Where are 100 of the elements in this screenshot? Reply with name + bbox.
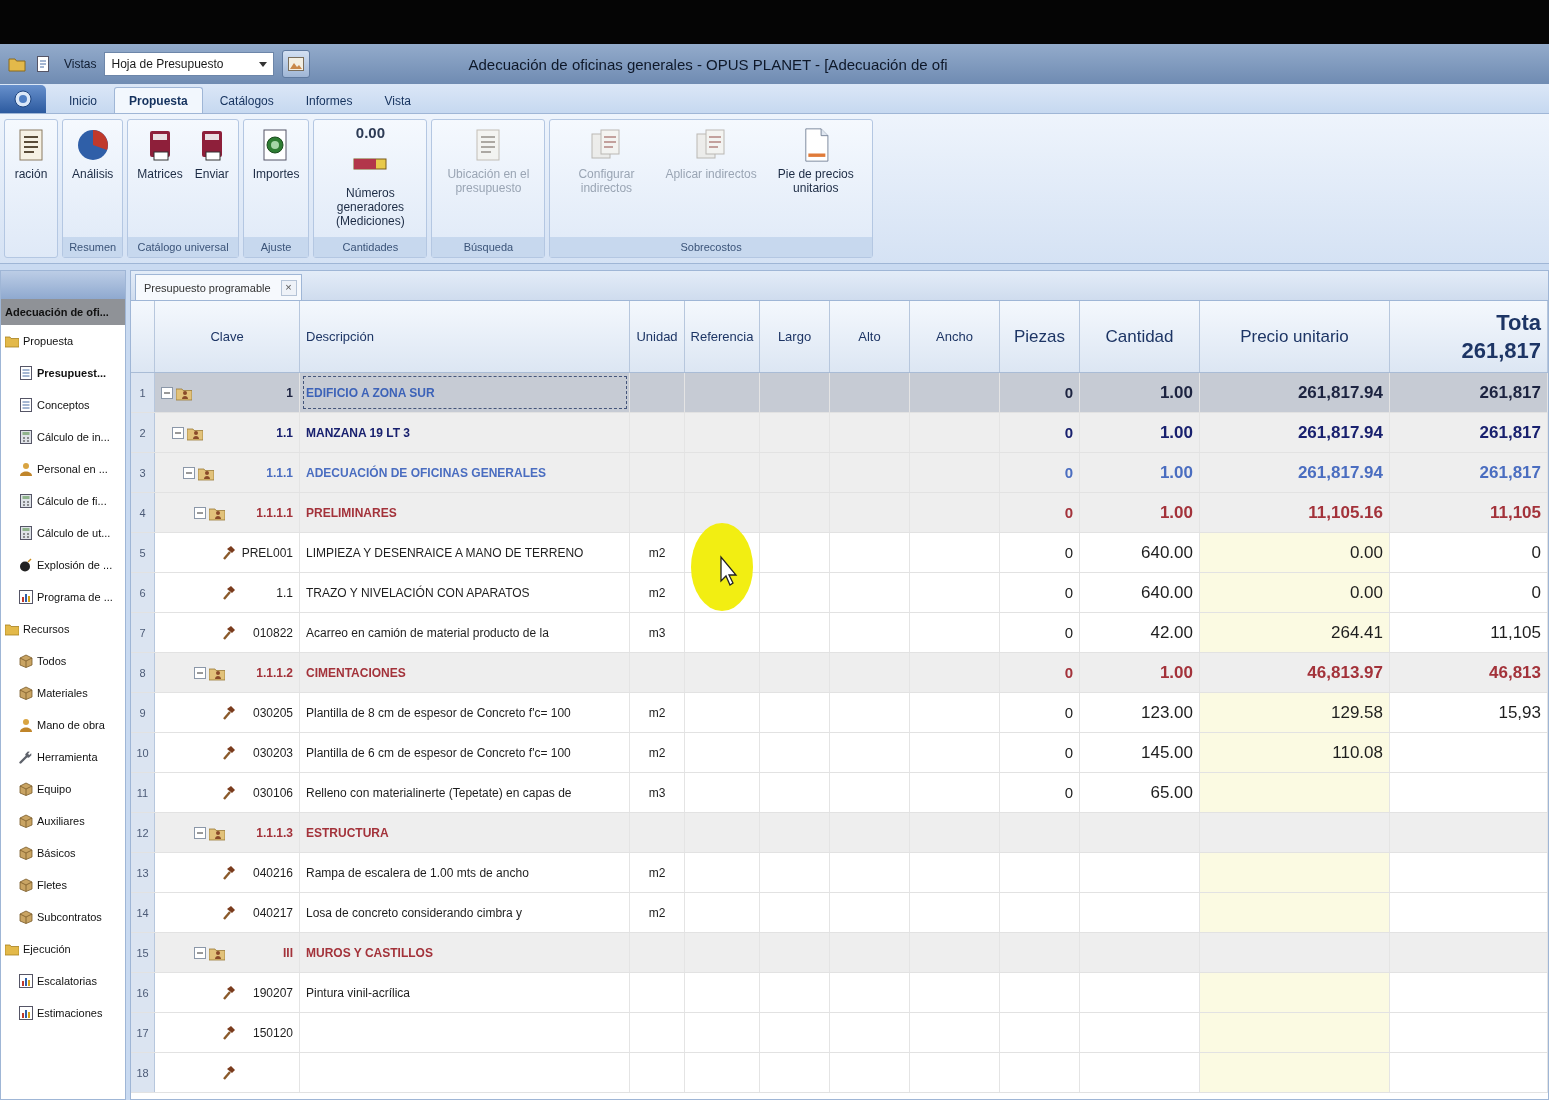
document-tab[interactable]: Presupuesto programable × bbox=[135, 274, 302, 300]
table-row[interactable]: 8 1.1.1.2 CIMENTACIONES 0 1.00 46,813.97 46,813 bbox=[131, 653, 1548, 693]
tree-item[interactable]: Auxiliares bbox=[1, 805, 125, 837]
column-header[interactable]: Alto bbox=[858, 329, 881, 344]
row-number: 5 bbox=[131, 533, 155, 572]
ribbon-button[interactable]: Pie de precios unitarios bbox=[763, 124, 868, 200]
table-row[interactable]: 14 040217 Losa de concreto considerando cimbra y m2 bbox=[131, 893, 1548, 933]
ribbon-button[interactable]: Enviar bbox=[189, 124, 234, 186]
tree-item[interactable]: Ejecución bbox=[1, 933, 125, 965]
row-number: 14 bbox=[131, 893, 155, 932]
collapse-icon[interactable] bbox=[183, 466, 195, 479]
ribbon-button[interactable]: Importes bbox=[247, 124, 305, 186]
table-row[interactable]: 11 030106 Relleno con materialinerte (Tepetate) en capas de m3 0 65.00 bbox=[131, 773, 1548, 813]
item-code: 1.1.1 bbox=[266, 465, 293, 480]
table-row[interactable]: 2 1.1 MANZANA 19 LT 3 0 1.00 261,817.94 261,817 bbox=[131, 413, 1548, 453]
column-header[interactable]: Ancho bbox=[936, 329, 973, 344]
column-header[interactable]: Precio unitario bbox=[1240, 326, 1349, 347]
table-cell: Losa de concreto considerando cimbra y bbox=[300, 893, 630, 932]
table-row[interactable]: 6 1.1 TRAZO Y NIVELACIÓN CON APARATOS m2 0 640.00 0.00 0 bbox=[131, 573, 1548, 613]
project-header[interactable]: Adecuación de ofi... bbox=[1, 299, 125, 325]
collapse-icon[interactable] bbox=[172, 426, 184, 439]
close-button[interactable]: × bbox=[280, 279, 297, 296]
table-cell: 261,817.94 bbox=[1200, 453, 1390, 492]
column-header[interactable]: Tota bbox=[1496, 309, 1541, 336]
table-row[interactable]: 9 030205 Plantilla de 8 cm de espesor de Concreto f'c= 100 m2 0 123.00 129.58 15,93 bbox=[131, 693, 1548, 733]
row-number: 16 bbox=[131, 973, 155, 1012]
tree-item[interactable]: Fletes bbox=[1, 869, 125, 901]
hammer-icon bbox=[220, 1064, 236, 1081]
tree-item[interactable]: Personal en ... bbox=[1, 453, 125, 485]
column-header[interactable]: Clave bbox=[210, 329, 244, 344]
row-number: 15 bbox=[131, 933, 155, 972]
collapse-icon[interactable] bbox=[194, 666, 206, 679]
tree-item[interactable]: Programa de ... bbox=[1, 581, 125, 613]
column-header[interactable]: Referencia bbox=[690, 329, 754, 344]
tree-item[interactable]: Conceptos bbox=[1, 389, 125, 421]
ribbon-tab[interactable]: Catálogos bbox=[204, 87, 289, 113]
tree-item[interactable]: Explosión de ... bbox=[1, 549, 125, 581]
tree-item[interactable]: Estimaciones bbox=[1, 997, 125, 1029]
ribbon-tab[interactable]: Informes bbox=[290, 87, 368, 113]
table-row[interactable]: 12 1.1.1.3 ESTRUCTURA bbox=[131, 813, 1548, 853]
calculator-icon bbox=[19, 494, 33, 508]
ribbon-tab[interactable]: Vista bbox=[369, 87, 426, 113]
table-cell: 11,105.16 bbox=[1200, 493, 1390, 532]
grand-total: 261,817 bbox=[1461, 337, 1541, 364]
table-row[interactable]: 17 150120 bbox=[131, 1013, 1548, 1053]
table-cell: 261,817 bbox=[1390, 373, 1548, 412]
ribbon-button[interactable]: Análisis bbox=[67, 124, 119, 186]
column-header[interactable]: Descripción bbox=[306, 329, 374, 344]
collapse-icon[interactable] bbox=[194, 506, 206, 519]
table-row[interactable]: 5 PREL001 LIMPIEZA Y DESENRAICE A MANO DE TERRENO m2 0 640.00 0.00 0 bbox=[131, 533, 1548, 573]
tree-item[interactable]: Cálculo de ut... bbox=[1, 517, 125, 549]
column-header[interactable]: Largo bbox=[777, 329, 812, 344]
tree-item[interactable]: Básicos bbox=[1, 837, 125, 869]
ribbon-button[interactable]: Números generadores (Mediciones) bbox=[318, 143, 423, 233]
column-header[interactable]: Piezas bbox=[1014, 326, 1065, 347]
table-row[interactable]: 1 1 EDIFICIO A ZONA SUR 0 1.00 261,817.94 261,817 bbox=[131, 373, 1548, 413]
table-cell: 261,817 bbox=[1390, 413, 1548, 452]
view-select[interactable]: Hoja de Presupuesto bbox=[104, 52, 275, 76]
table-cell: Plantilla de 8 cm de espesor de Concreto f'c= 100 bbox=[300, 693, 630, 732]
calculator-icon bbox=[19, 430, 33, 444]
tree-item[interactable]: Subcontratos bbox=[1, 901, 125, 933]
hammer-icon bbox=[220, 744, 236, 761]
ribbon-button[interactable]: Matrices bbox=[132, 124, 188, 186]
table-row[interactable]: 13 040216 Rampa de escalera de 1.00 mts de ancho m2 bbox=[131, 853, 1548, 893]
column-header[interactable]: Unidad bbox=[636, 329, 678, 344]
ribbon-button[interactable]: ración bbox=[9, 124, 53, 186]
table-row[interactable]: 3 1.1.1 ADECUACIÓN DE OFICINAS GENERALES 0 1.00 261,817.94 261,817 bbox=[131, 453, 1548, 493]
folder-icon[interactable] bbox=[8, 55, 26, 73]
table-row[interactable]: 4 1.1.1.1 PRELIMINARES 0 1.00 11,105.16 11,105 bbox=[131, 493, 1548, 533]
hammer-icon bbox=[220, 624, 236, 641]
table-cell: 261,817.94 bbox=[1200, 373, 1390, 412]
collapse-icon[interactable] bbox=[194, 946, 206, 959]
table-row[interactable]: 15 III MUROS Y CASTILLOS bbox=[131, 933, 1548, 973]
app-menu-button[interactable] bbox=[0, 85, 46, 113]
tree-item[interactable]: Escalatorias bbox=[1, 965, 125, 997]
table-row[interactable]: 7 010822 Acarreo en camión de material producto de la m3 0 42.00 264.41 11,105 bbox=[131, 613, 1548, 653]
tree-item[interactable]: Equipo bbox=[1, 773, 125, 805]
collapse-icon[interactable] bbox=[194, 826, 206, 839]
collapse-icon[interactable] bbox=[161, 386, 173, 399]
document-icon[interactable] bbox=[34, 55, 52, 73]
box-icon bbox=[19, 654, 33, 668]
table-row[interactable]: 16 190207 Pintura vinil-acrílica bbox=[131, 973, 1548, 1013]
table-cell: ESTRUCTURA bbox=[300, 813, 630, 852]
tree-item[interactable]: Cálculo de in... bbox=[1, 421, 125, 453]
column-header[interactable]: Cantidad bbox=[1105, 326, 1174, 347]
ribbon-tab[interactable]: Inicio bbox=[54, 87, 112, 113]
table-row[interactable]: 10 030203 Plantilla de 6 cm de espesor de Concreto f'c= 100 m2 0 145.00 110.08 bbox=[131, 733, 1548, 773]
tree-item[interactable]: Herramienta bbox=[1, 741, 125, 773]
tree-item[interactable]: Cálculo de fi... bbox=[1, 485, 125, 517]
tree-item[interactable]: Mano de obra bbox=[1, 709, 125, 741]
tree-item[interactable]: Materiales bbox=[1, 677, 125, 709]
table-row[interactable]: 18 bbox=[131, 1053, 1548, 1093]
table-cell: 129.58 bbox=[1200, 693, 1390, 732]
picture-button[interactable] bbox=[282, 50, 311, 78]
tree-item[interactable]: Recursos bbox=[1, 613, 125, 645]
tree-item[interactable]: Propuesta bbox=[1, 325, 125, 357]
ribbon-tab[interactable]: Propuesta bbox=[114, 87, 203, 113]
tree-item[interactable]: Presupuest... bbox=[1, 357, 125, 389]
tree-item[interactable]: Todos bbox=[1, 645, 125, 677]
group-label: Catálogo universal bbox=[128, 237, 238, 257]
